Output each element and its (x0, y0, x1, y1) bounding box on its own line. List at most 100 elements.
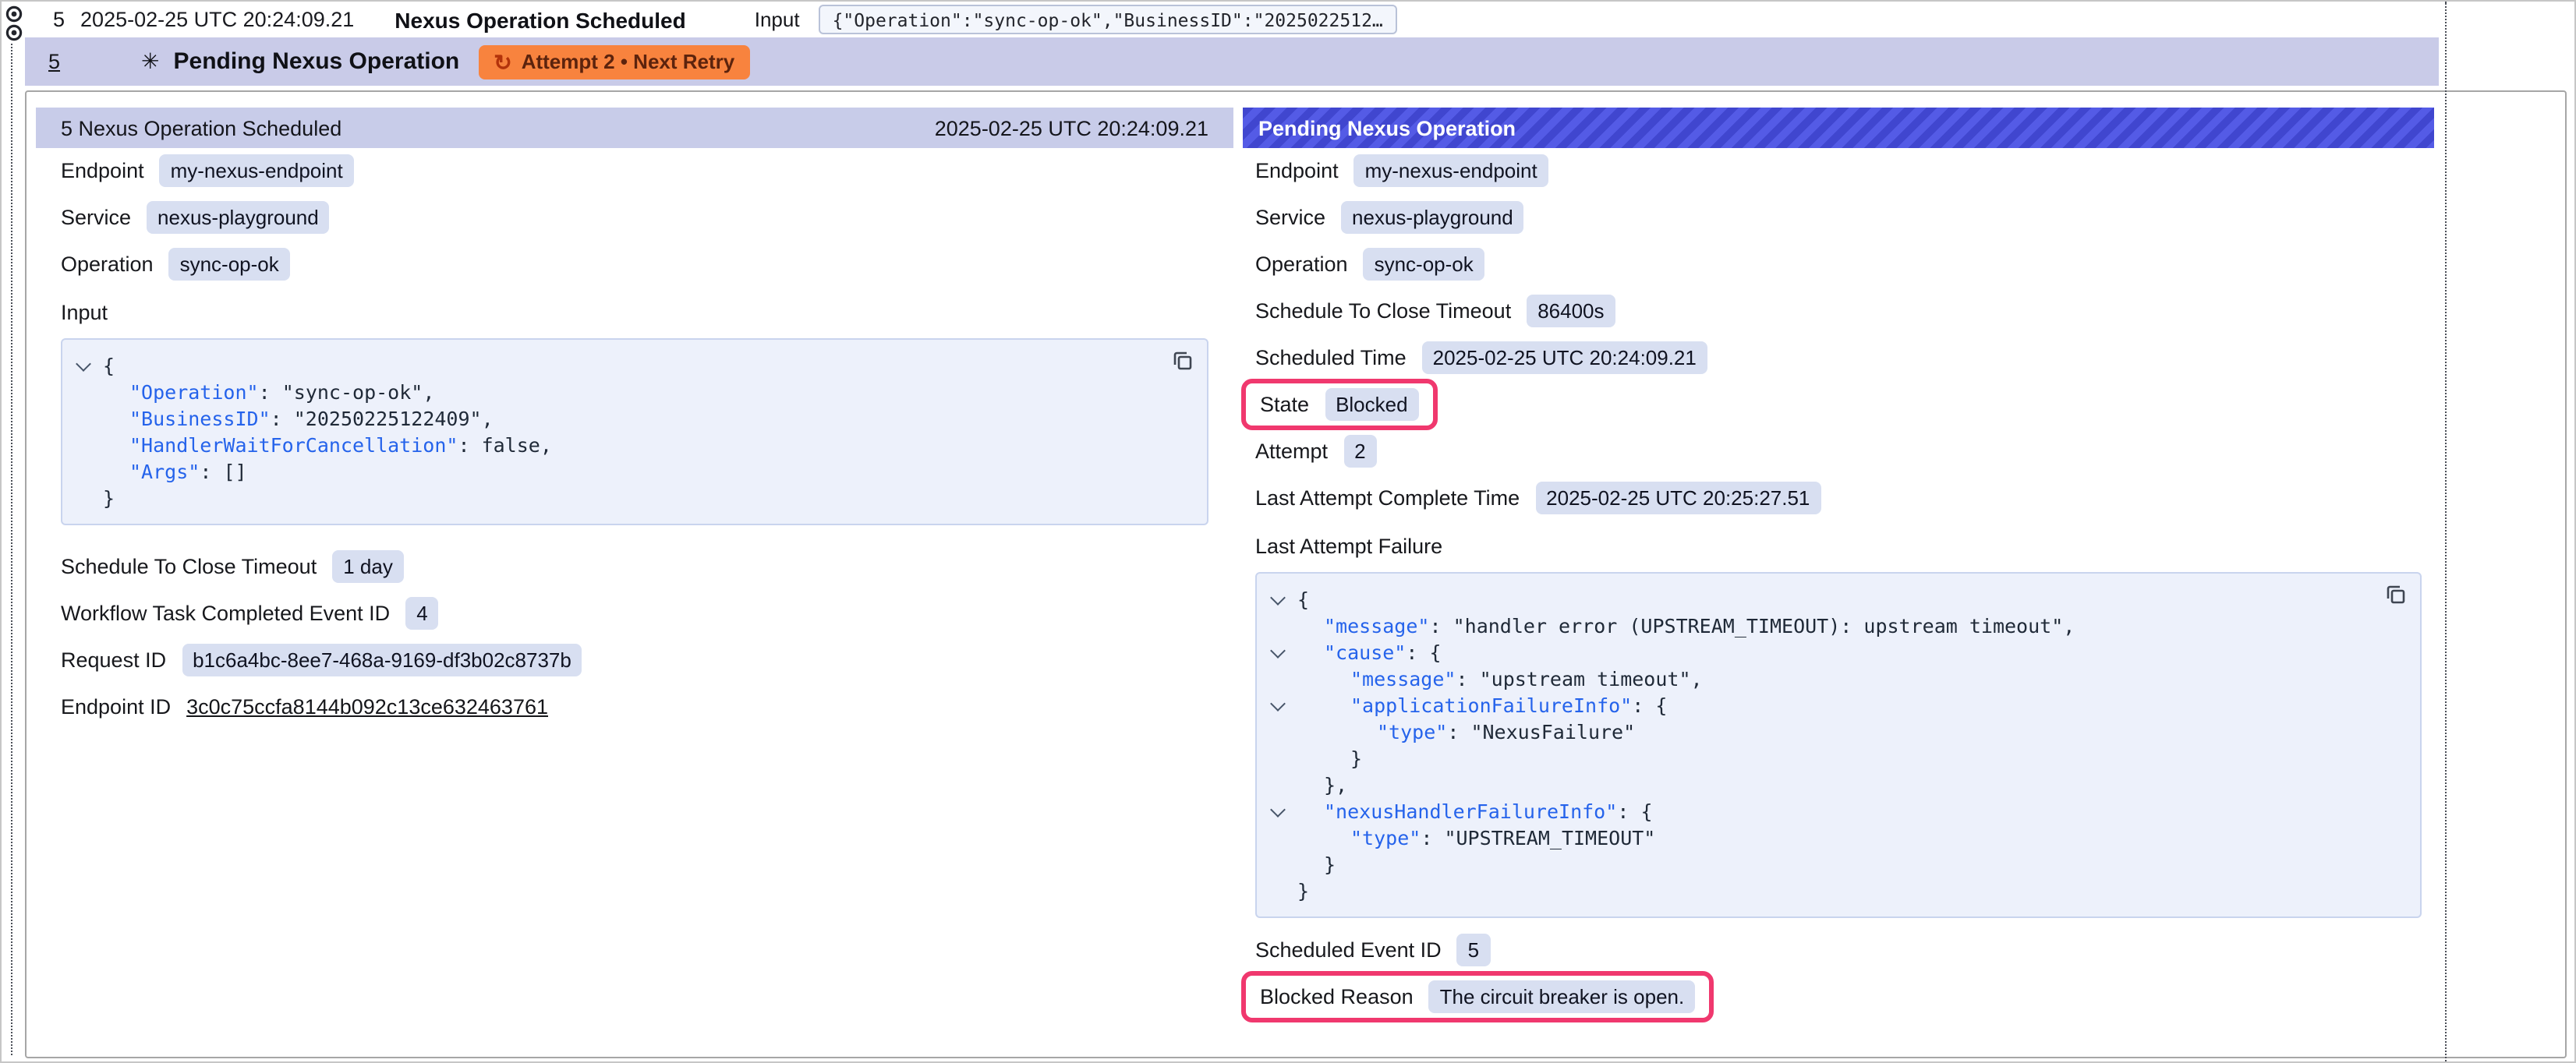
event-row-nexus-operation-scheduled[interactable]: 5 2025-02-25 UTC 20:24:09.21 Nexus Opera… (25, 2, 2439, 37)
field-label: Last Attempt Complete Time (1255, 486, 1520, 510)
field-row-schedule-to-close-timeout: Schedule To Close Timeout86400s (1255, 295, 2422, 327)
field-label: Operation (1255, 253, 1348, 276)
field-label: State (1260, 393, 1309, 416)
code-line: "message": "handler error (UPSTREAM_TIME… (1257, 613, 2367, 639)
field-row-schedule-to-close-timeout: Schedule To Close Timeout1 day (61, 550, 1208, 583)
panel-title: Pending Nexus Operation (1258, 116, 1516, 139)
field-row-operation: Operationsync-op-ok (61, 248, 1208, 281)
code-line: "HandlerWaitForCancellation": false, (62, 432, 1154, 458)
event-row-pending-nexus-operation[interactable]: 5 ✳ Pending Nexus Operation ↻ Attempt 2 … (25, 37, 2439, 86)
field-value-badge: my-nexus-endpoint (1354, 154, 1548, 187)
field-value-badge: b1c6a4bc-8ee7-468a-9169-df3b02c8737b (182, 644, 582, 676)
code-line: "type": "UPSTREAM_TIMEOUT" (1257, 825, 2367, 851)
event-input-label: Input (755, 8, 800, 31)
field-value-badge: nexus-playground (1341, 201, 1524, 234)
field-value-badge: my-nexus-endpoint (160, 154, 354, 187)
pending-panel-body: Endpointmy-nexus-endpointServicenexus-pl… (1243, 148, 2434, 1013)
code-line: } (62, 485, 1154, 511)
code-line-text: } (1257, 745, 2367, 772)
split-view-divider[interactable] (2445, 2, 2447, 1061)
code-line-text: "nexusHandlerFailureInfo": { (1257, 798, 2367, 825)
event-id-link[interactable]: 5 (48, 50, 60, 73)
code-line: "nexusHandlerFailureInfo": { (1257, 798, 2367, 825)
collapse-chevron-icon[interactable] (1269, 698, 1285, 714)
pending-panel-header: Pending Nexus Operation (1243, 108, 2434, 148)
field-value-badge: 4 (405, 597, 438, 630)
field-row-workflow-task-completed-event-id: Workflow Task Completed Event ID 4 (61, 597, 1208, 630)
code-line-text: "type": "NexusFailure" (1257, 719, 2367, 745)
failure-json-viewer: {"message": "handler error (UPSTREAM_TIM… (1255, 572, 2422, 918)
field-label: Service (61, 206, 131, 229)
field-label: Endpoint (61, 159, 144, 182)
field-label: Attempt (1255, 440, 1328, 463)
field-value-badge: 2025-02-25 UTC 20:24:09.21 (1422, 341, 1707, 374)
failure-section-label: Last Attempt Failure (1255, 530, 2422, 563)
field-row-service: Servicenexus-playground (61, 201, 1208, 234)
retry-attempt-badge: ↻ Attempt 2 • Next Retry (478, 44, 750, 79)
panel-timestamp: 2025-02-25 UTC 20:24:09.21 (935, 116, 1208, 139)
code-line-text: "applicationFailureInfo": { (1257, 692, 2367, 719)
collapse-chevron-icon[interactable] (75, 358, 90, 374)
temporal-event-history-view: 5 2025-02-25 UTC 20:24:09.21 Nexus Opera… (0, 0, 2576, 1063)
code-line-text: "BusinessID": "20250225122409", (62, 405, 1154, 432)
field-row-blocked-reason: Blocked Reason The circuit breaker is ope… (1255, 980, 2422, 1013)
field-label: Scheduled Event ID (1255, 938, 1442, 962)
code-line: "applicationFailureInfo": { (1257, 692, 2367, 719)
event-timestamp: 2025-02-25 UTC 20:24:09.21 (80, 8, 354, 31)
field-value-badge: 2025-02-25 UTC 20:25:27.51 (1535, 482, 1821, 514)
field-row-attempt: Attempt 2 (1255, 435, 2422, 468)
code-line: { (1257, 586, 2367, 613)
retry-badge-label: Attempt 2 • Next Retry (522, 50, 735, 73)
field-label: Blocked Reason (1260, 985, 1414, 1008)
retry-refresh-icon: ↻ (494, 51, 511, 72)
code-line: "Args": [] (62, 458, 1154, 485)
timeline-gutter (2, 2, 25, 1061)
field-label: Workflow Task Completed Event ID (61, 602, 390, 625)
code-line-text: "message": "upstream timeout", (1257, 666, 2367, 692)
code-line: }, (1257, 772, 2367, 798)
code-line-text: } (1257, 878, 2367, 904)
field-label: Endpoint ID (61, 695, 171, 719)
field-row-endpoint: Endpoint my-nexus-endpoint (61, 154, 1208, 187)
field-label: Request ID (61, 648, 166, 672)
event-title: Pending Nexus Operation (174, 48, 460, 75)
field-value-badge: The circuit breaker is open. (1429, 980, 1696, 1013)
scheduled-panel-body: Endpoint my-nexus-endpoint Servicenexus-pl… (36, 148, 1233, 723)
code-line: } (1257, 745, 2367, 772)
code-line-text: { (1257, 586, 2367, 613)
code-line-text: { (62, 352, 1154, 379)
code-line-text: }, (1257, 772, 2367, 798)
input-section-label: Input (61, 296, 1208, 329)
event-id-link[interactable]: 5 (53, 8, 65, 31)
code-line: } (1257, 878, 2367, 904)
pending-operation-panel: Pending Nexus Operation Endpointmy-nexus… (1243, 108, 2434, 1044)
scheduled-event-panel: 5 Nexus Operation Scheduled 2025-02-25 U… (36, 108, 1233, 1044)
collapse-chevron-icon[interactable] (1269, 804, 1285, 820)
field-label: Service (1255, 206, 1325, 229)
code-line: { (62, 352, 1154, 379)
copy-icon[interactable] (2384, 583, 2408, 606)
field-label: Operation (61, 253, 154, 276)
code-line: "Operation": "sync-op-ok", (62, 379, 1154, 405)
collapse-chevron-icon[interactable] (1269, 645, 1285, 661)
copy-icon[interactable] (1171, 349, 1194, 373)
in-progress-asterisk-icon: ✳ (141, 48, 159, 75)
field-row-request-id: Request ID b1c6a4bc-8ee7-468a-9169-df3b02… (61, 644, 1208, 676)
panel-title: 5 Nexus Operation Scheduled (61, 116, 341, 139)
field-row-service: Service nexus-playground (1255, 201, 2422, 234)
field-row-scheduled-event-id: Scheduled Event ID 5 (1255, 934, 2422, 966)
code-line: "cause": { (1257, 639, 2367, 666)
field-label: Schedule To Close Timeout (1255, 299, 1511, 323)
field-value-badge: 2 (1343, 435, 1376, 468)
field-value-badge: 5 (1457, 934, 1490, 966)
code-line-text: "message": "handler error (UPSTREAM_TIME… (1257, 613, 2367, 639)
collapse-chevron-icon[interactable] (1269, 592, 1285, 608)
field-label: Schedule To Close Timeout (61, 555, 317, 578)
event-title: Nexus Operation Scheduled (395, 7, 685, 32)
timeline-marker-icons (3, 5, 25, 45)
field-value-badge: sync-op-ok (1364, 248, 1484, 281)
field-value-link[interactable]: 3c0c75ccfa8144b092c13ce632463761 (186, 695, 548, 719)
annotation-highlight-box: Blocked Reason The circuit breaker is ope… (1241, 971, 1714, 1022)
event-input-preview: {"Operation":"sync-op-ok","BusinessID":"… (819, 5, 1397, 34)
event-detail-container: 5 Nexus Operation Scheduled 2025-02-25 U… (25, 90, 2567, 1058)
